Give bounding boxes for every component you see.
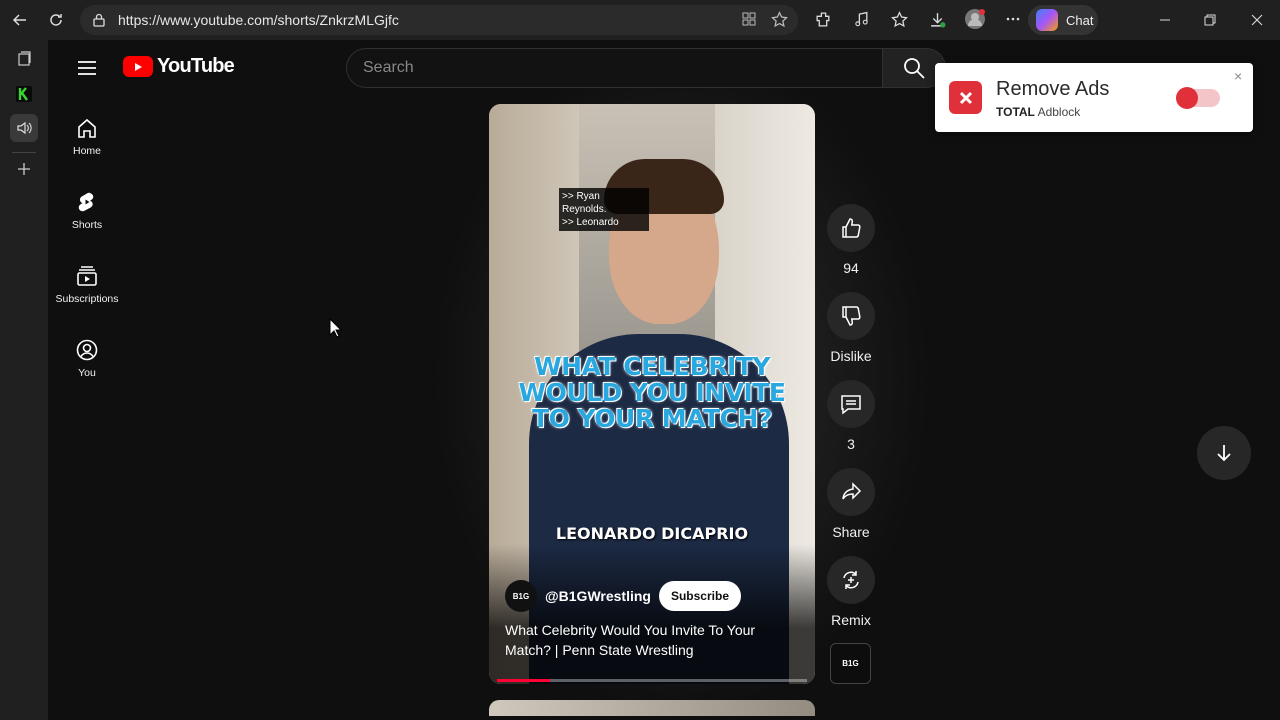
video-progress-fill xyxy=(497,679,550,682)
remix-icon xyxy=(843,571,859,589)
sidebar-item-home[interactable]: Home xyxy=(51,105,123,169)
subscriptions-icon xyxy=(77,266,97,286)
comments-button[interactable] xyxy=(827,380,875,428)
sidebar-item-shorts[interactable]: Shorts xyxy=(51,179,123,243)
comments-action[interactable]: 3 xyxy=(825,380,877,452)
video-progress-bar[interactable] xyxy=(497,679,807,682)
like-action[interactable]: 94 xyxy=(825,204,877,276)
search-box[interactable] xyxy=(346,48,883,88)
channel-info: B1G @B1GWrestling Subscribe xyxy=(505,580,741,612)
favorites-icon[interactable] xyxy=(886,6,912,32)
dislike-label: Dislike xyxy=(830,348,872,364)
caption-line: >> Ryan Reynolds. xyxy=(562,191,607,215)
remove-ads-toggle[interactable] xyxy=(1176,87,1220,109)
comment-count: 3 xyxy=(847,436,855,452)
media-control-icon[interactable] xyxy=(848,6,874,32)
share-button[interactable] xyxy=(827,468,875,516)
more-options-icon[interactable] xyxy=(1000,6,1026,32)
mouse-pointer-icon xyxy=(329,317,343,343)
favorite-star-icon[interactable] xyxy=(771,11,788,33)
closed-caption: >> Ryan Reynolds. >> Leonardo xyxy=(559,188,649,231)
adblock-title: Remove Ads xyxy=(996,78,1110,100)
share-action[interactable]: Share xyxy=(825,468,877,540)
comment-icon xyxy=(841,395,861,415)
channel-avatar[interactable]: B1G xyxy=(505,580,537,612)
remix-action[interactable]: Remix xyxy=(825,556,877,628)
profile-avatar-icon[interactable] xyxy=(962,6,988,32)
chat-label: Chat xyxy=(1066,12,1094,28)
next-video-button[interactable] xyxy=(1197,426,1251,480)
address-bar[interactable]: https://www.youtube.com/shorts/ZnkrzMLGj… xyxy=(80,5,798,35)
sidebar-item-label: Subscriptions xyxy=(55,293,119,305)
account-icon xyxy=(76,339,98,361)
adblock-brand-rest: Adblock xyxy=(1034,105,1081,119)
sidebar-divider xyxy=(12,152,36,153)
share-label: Share xyxy=(832,524,870,540)
audio-source-thumbnail[interactable]: B1G xyxy=(830,643,871,684)
youtube-page: YouTube Home Shorts Subscriptions You xyxy=(51,40,1280,716)
lock-icon[interactable] xyxy=(92,13,106,27)
shorts-icon xyxy=(78,192,94,212)
minimize-icon[interactable] xyxy=(1153,8,1177,32)
youtube-logo[interactable]: YouTube xyxy=(123,55,235,78)
browser-sidebar xyxy=(0,40,48,720)
like-count: 94 xyxy=(843,260,859,276)
close-window-icon[interactable] xyxy=(1245,8,1269,32)
copilot-icon xyxy=(1036,9,1058,31)
arrow-down-icon xyxy=(1217,445,1231,462)
video-bottom-shade xyxy=(489,544,815,684)
extensions-icon[interactable] xyxy=(810,6,836,32)
like-button[interactable] xyxy=(827,204,875,252)
caption-line: >> Leonardo xyxy=(562,217,619,228)
close-icon[interactable]: × xyxy=(1234,68,1242,84)
remix-label: Remix xyxy=(831,612,871,628)
remix-button[interactable] xyxy=(827,556,875,604)
menu-icon[interactable] xyxy=(77,58,97,78)
thumbs-up-icon xyxy=(842,218,861,238)
restore-icon[interactable] xyxy=(1198,8,1222,32)
youtube-play-icon xyxy=(123,56,153,77)
search-input[interactable] xyxy=(363,59,882,77)
thumbs-down-icon xyxy=(842,306,861,326)
video-overlay-question: WHAT CELEBRITY WOULD YOU INVITE TO YOUR … xyxy=(518,352,787,433)
shorts-video-player[interactable]: >> Ryan Reynolds. >> Leonardo WHAT CELEB… xyxy=(489,104,815,684)
url-text: https://www.youtube.com/shorts/ZnkrzMLGj… xyxy=(118,12,399,28)
share-icon xyxy=(842,482,862,500)
sidebar-item-label: Shorts xyxy=(71,219,103,231)
home-icon xyxy=(78,118,96,138)
adblock-popup: Remove Ads TOTAL Adblock × xyxy=(935,63,1253,132)
search-icon xyxy=(904,58,925,79)
dislike-button[interactable] xyxy=(827,292,875,340)
logo-text: YouTube xyxy=(157,55,235,77)
copilot-chat-button[interactable]: Chat xyxy=(1028,5,1098,35)
speaker-tab-icon[interactable] xyxy=(10,114,38,142)
dislike-action[interactable]: Dislike xyxy=(825,292,877,364)
sidebar-item-label: Home xyxy=(72,145,101,157)
sidebar-item-you[interactable]: You xyxy=(51,327,123,391)
video-overlay-answer: LEONARDO DICAPRIO xyxy=(555,524,749,543)
adblock-x-icon xyxy=(949,81,982,114)
downloads-icon[interactable] xyxy=(924,6,950,32)
adblock-brand: TOTAL Adblock xyxy=(996,105,1080,119)
tab-actions-icon[interactable] xyxy=(10,45,38,73)
k-extension-icon[interactable] xyxy=(10,80,38,108)
sidebar-item-label: You xyxy=(78,367,96,379)
toggle-knob xyxy=(1176,87,1198,109)
back-icon[interactable] xyxy=(6,6,34,34)
app-available-icon[interactable] xyxy=(741,11,757,33)
reload-icon[interactable] xyxy=(42,6,70,34)
subscribe-button[interactable]: Subscribe xyxy=(658,581,741,611)
video-title[interactable]: What Celebrity Would You Invite To Your … xyxy=(505,620,795,660)
sidebar-item-subscriptions[interactable]: Subscriptions xyxy=(51,253,123,317)
adblock-brand-bold: TOTAL xyxy=(996,105,1035,119)
next-short-preview[interactable] xyxy=(489,700,815,716)
new-tab-icon[interactable] xyxy=(10,155,38,183)
channel-handle[interactable]: @B1GWrestling xyxy=(545,588,651,604)
